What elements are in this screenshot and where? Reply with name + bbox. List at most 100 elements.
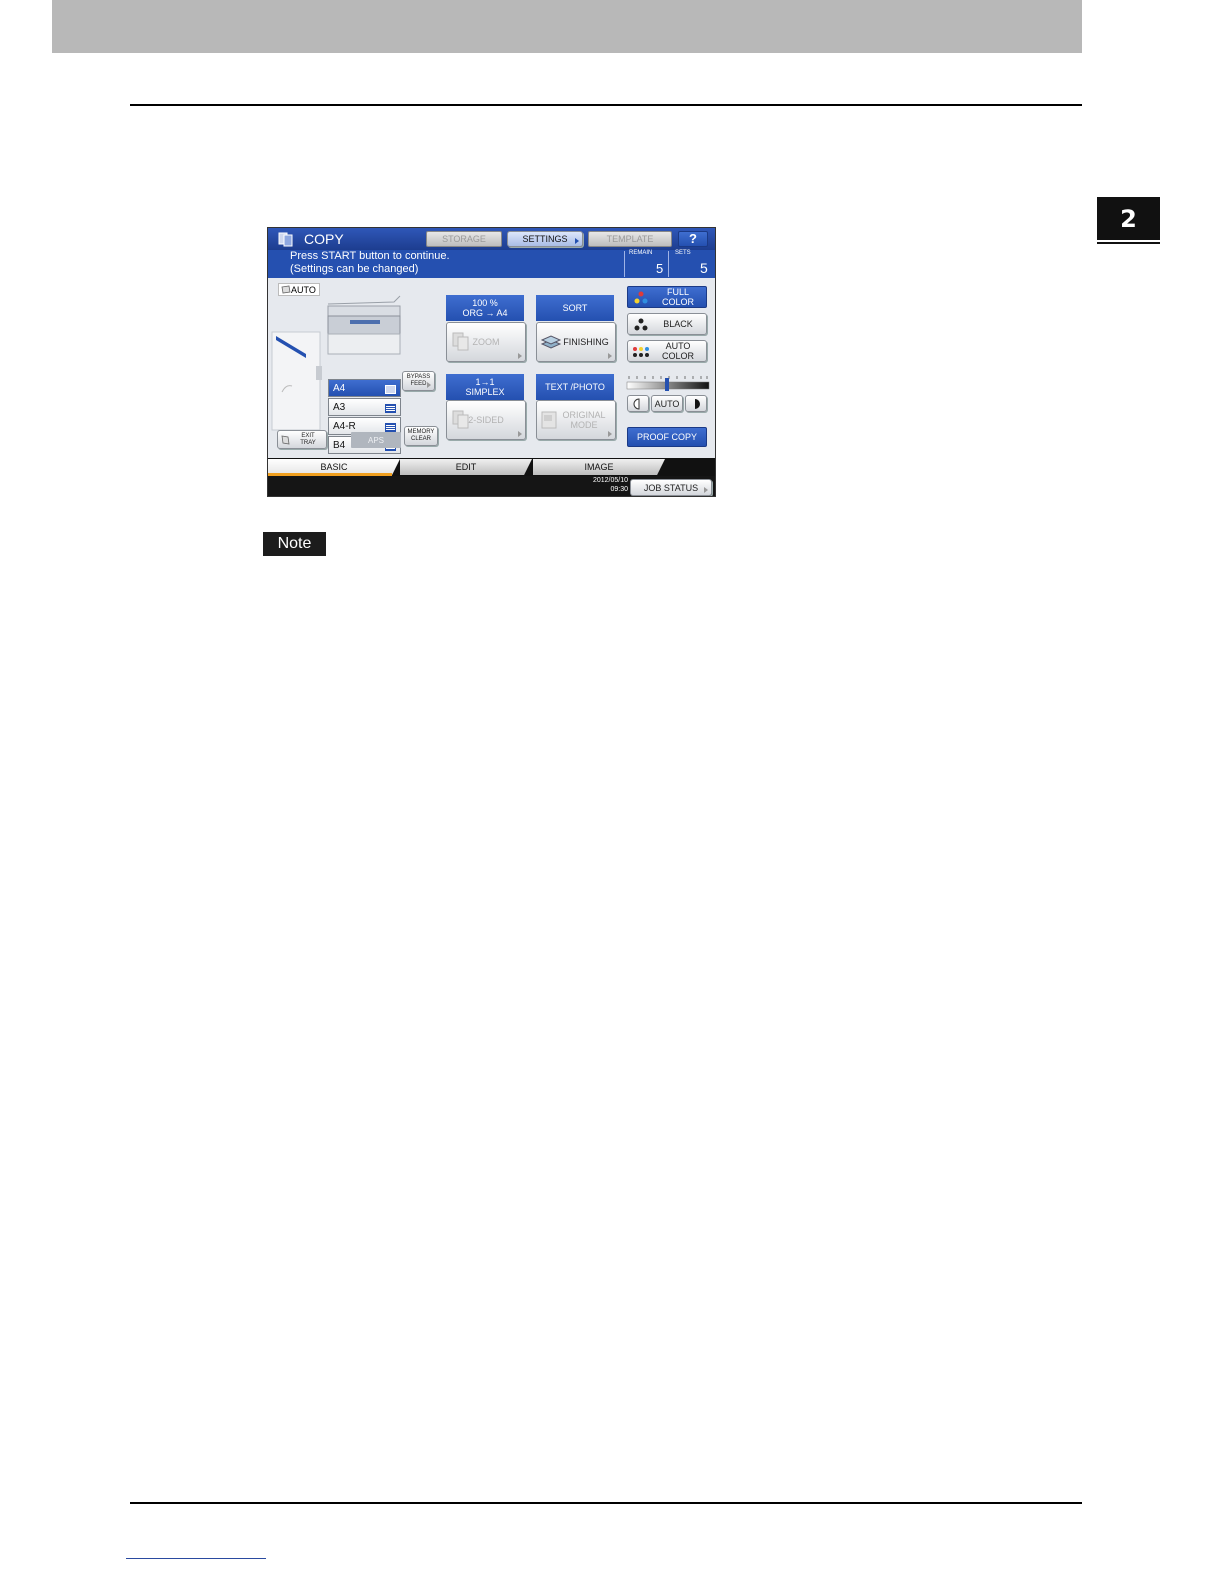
darker-button[interactable] bbox=[685, 395, 707, 412]
chevron-right-icon bbox=[427, 382, 431, 388]
chevron-right-icon bbox=[575, 238, 579, 244]
finishing-label: FINISHING bbox=[563, 337, 609, 347]
message-line-1: Press START button to continue. bbox=[290, 250, 450, 262]
aps-button[interactable]: APS bbox=[351, 432, 401, 448]
zoom-label: ZOOM bbox=[472, 337, 500, 347]
density-slider[interactable] bbox=[626, 374, 710, 392]
footer-link-underline bbox=[126, 1558, 266, 1559]
tray-a4-label: A4 bbox=[333, 382, 346, 394]
original-mode-value: TEXT /PHOTO bbox=[545, 382, 605, 392]
auto-color-dots-icon bbox=[633, 347, 649, 357]
paper-tray-icon bbox=[385, 404, 396, 413]
auto-color-button[interactable]: AUTO COLOR bbox=[627, 340, 707, 362]
auto-color-line-2: COLOR bbox=[661, 351, 694, 361]
exit-tray-icon bbox=[281, 435, 290, 445]
work-area: AUTO A4 A3 A4-R B4 BYPASS FEED EXIT TRAY… bbox=[268, 278, 715, 458]
duplex-status: 1→1 SIMPLEX bbox=[446, 374, 524, 400]
original-mode-icon bbox=[541, 411, 557, 429]
original-mode-button[interactable]: ORIGINAL MODE bbox=[536, 400, 616, 440]
chevron-right-icon bbox=[704, 487, 708, 493]
zoom-status: 100 % ORG → A4 bbox=[446, 295, 524, 321]
remain-label: REMAIN bbox=[629, 250, 653, 256]
tray-a3[interactable]: A3 bbox=[328, 398, 401, 416]
black-label: BLACK bbox=[663, 319, 693, 329]
auto-color-line-1: AUTO bbox=[665, 341, 691, 351]
bypass-feed-line-1: BYPASS bbox=[406, 374, 431, 380]
sort-label: SORT bbox=[562, 303, 588, 313]
time-display: 09:30 bbox=[610, 486, 628, 493]
paper-tray-icon bbox=[385, 423, 396, 432]
tray-a4[interactable]: A4 bbox=[328, 379, 401, 397]
duplex-mode: 1→1 bbox=[475, 377, 495, 387]
zoom-ratio: 100 % bbox=[472, 298, 498, 308]
full-color-line-1: FULL bbox=[666, 287, 689, 297]
memory-clear-button[interactable]: MEMORY CLEAR bbox=[404, 426, 438, 446]
top-rule bbox=[130, 104, 1082, 106]
settings-label: SETTINGS bbox=[522, 234, 568, 244]
zoom-paper-mapping: ORG → A4 bbox=[462, 308, 508, 318]
settings-button[interactable]: SETTINGS bbox=[507, 231, 583, 247]
chevron-right-icon bbox=[608, 431, 612, 437]
copy-icon bbox=[278, 232, 293, 247]
title-bar: COPY STORAGE SETTINGS TEMPLATE ? bbox=[268, 228, 715, 250]
two-sided-button[interactable]: 2-SIDED bbox=[446, 400, 526, 440]
density-slider-handle bbox=[665, 378, 669, 391]
duplex-mode-name: SIMPLEX bbox=[465, 387, 505, 397]
exit-tray-button[interactable]: EXIT TRAY bbox=[277, 430, 327, 449]
original-mode-line-1: ORIGINAL bbox=[562, 410, 606, 420]
original-mode-line-2: MODE bbox=[570, 420, 598, 430]
job-status-button[interactable]: JOB STATUS bbox=[630, 479, 712, 496]
chevron-right-icon bbox=[518, 353, 522, 359]
zoom-button[interactable]: ZOOM bbox=[446, 322, 526, 362]
finishing-icon bbox=[540, 335, 562, 349]
darker-icon bbox=[695, 398, 700, 409]
finishing-button[interactable]: FINISHING bbox=[536, 322, 616, 362]
header-band bbox=[52, 0, 1082, 53]
sets-label: SETS bbox=[675, 250, 691, 256]
message-line-2: (Settings can be changed) bbox=[290, 263, 419, 275]
tray-a4-r-label: A4-R bbox=[333, 420, 356, 432]
bypass-feed-line-2: FEED bbox=[410, 381, 427, 387]
black-button[interactable]: BLACK bbox=[627, 313, 707, 335]
two-sided-icon bbox=[452, 410, 469, 429]
tab-bar: BASIC EDIT IMAGE bbox=[268, 458, 715, 476]
template-button[interactable]: TEMPLATE bbox=[588, 231, 672, 247]
lighter-button[interactable] bbox=[627, 395, 649, 412]
chevron-right-icon bbox=[518, 431, 522, 437]
chapter-tab: 2 bbox=[1097, 197, 1160, 240]
memory-clear-line-2: CLEAR bbox=[410, 436, 431, 442]
storage-button[interactable]: STORAGE bbox=[426, 231, 502, 247]
remain-value: 5 bbox=[656, 261, 664, 276]
density-auto-button[interactable]: AUTO bbox=[651, 395, 683, 412]
black-dots-icon bbox=[634, 318, 648, 331]
full-color-line-2: COLOR bbox=[661, 297, 694, 307]
job-status-label: JOB STATUS bbox=[643, 482, 699, 493]
paper-tray-icon bbox=[385, 385, 396, 394]
tray-b4-label: B4 bbox=[333, 439, 346, 451]
app-title: COPY bbox=[304, 231, 344, 247]
two-sided-label: 2-SIDED bbox=[468, 415, 504, 425]
color-dots-icon bbox=[634, 291, 648, 304]
divider bbox=[668, 251, 669, 277]
tab-edit[interactable]: EDIT bbox=[400, 459, 532, 475]
divider bbox=[624, 251, 625, 277]
tray-a3-label: A3 bbox=[333, 401, 346, 413]
sets-value: 5 bbox=[700, 260, 708, 276]
date-display: 2012/05/10 bbox=[592, 477, 628, 484]
exit-tray-line-1: EXIT bbox=[301, 432, 315, 439]
chapter-tab-underline bbox=[1097, 242, 1160, 244]
message-bar: Press START button to continue. (Setting… bbox=[268, 250, 715, 278]
zoom-icon bbox=[452, 332, 469, 351]
original-mode-status: TEXT /PHOTO bbox=[536, 374, 614, 400]
tab-image[interactable]: IMAGE bbox=[533, 459, 665, 475]
bypass-feed-button[interactable]: BYPASS FEED bbox=[402, 371, 435, 391]
help-button[interactable]: ? bbox=[678, 231, 708, 247]
exit-tray-line-2: TRAY bbox=[300, 439, 316, 446]
copier-control-panel: COPY STORAGE SETTINGS TEMPLATE ? Press S… bbox=[267, 227, 716, 497]
lighter-icon bbox=[633, 397, 640, 410]
sort-status: SORT bbox=[536, 295, 614, 321]
chevron-right-icon bbox=[608, 353, 612, 359]
proof-copy-button[interactable]: PROOF COPY bbox=[627, 427, 707, 447]
note-label: Note bbox=[263, 532, 326, 556]
full-color-button[interactable]: FULL COLOR bbox=[627, 286, 707, 308]
